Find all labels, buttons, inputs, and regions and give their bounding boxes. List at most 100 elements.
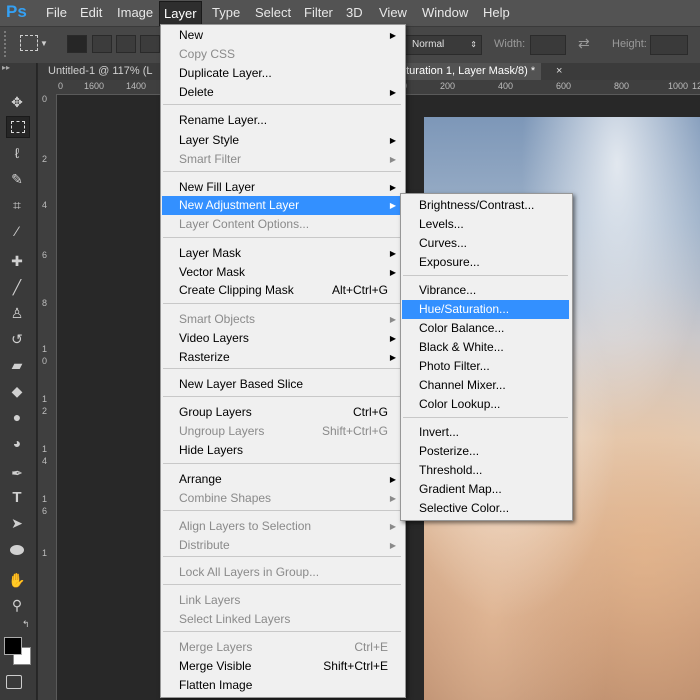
menu-item-group-layers[interactable]: Group Layers Ctrl+G	[162, 403, 402, 422]
pen-icon[interactable]: ✒	[6, 463, 28, 483]
menu-item-label: Duplicate Layer...	[179, 66, 272, 80]
submenu-item-gradient-map[interactable]: Gradient Map...	[402, 480, 569, 499]
submenu-item-posterize[interactable]: Posterize...	[402, 442, 569, 461]
photoshop-logo: Ps	[6, 2, 27, 21]
tab-active-document[interactable]: aturation 1, Layer Mask/8) *	[394, 63, 542, 80]
ruler-label: 0	[42, 94, 48, 104]
submenu-item-black-white[interactable]: Black & White...	[402, 338, 569, 357]
eraser-icon[interactable]: ▰	[6, 355, 28, 375]
menu-separator	[163, 368, 401, 369]
submenu-item-color-lookup[interactable]: Color Lookup...	[402, 395, 569, 414]
menu-item-layer-content-options: Layer Content Options...	[162, 215, 402, 234]
submenu-item-vibrance[interactable]: Vibrance...	[402, 281, 569, 300]
menu-item-hide-layers[interactable]: Hide Layers	[162, 441, 402, 460]
submenu-item-exposure[interactable]: Exposure...	[402, 253, 569, 272]
height-input[interactable]	[650, 35, 688, 55]
collapse-icon[interactable]: ▸▸	[2, 63, 34, 73]
menu-edit[interactable]: Edit	[76, 0, 106, 26]
submenu-arrow-icon: ▶	[389, 315, 396, 324]
menu-item-video-layers[interactable]: Video Layers ▶	[162, 329, 402, 348]
dodge-icon[interactable]: ◕	[6, 433, 28, 453]
lasso-icon[interactable]: ℓ	[6, 143, 28, 163]
chevron-down-icon[interactable]: ▼	[40, 39, 48, 48]
zoom-icon[interactable]: ⚲	[6, 595, 28, 615]
intersect-selection-icon[interactable]	[140, 35, 160, 53]
ellipse-icon[interactable]	[6, 540, 28, 560]
submenu-item-photo-filter[interactable]: Photo Filter...	[402, 357, 569, 376]
ruler-label: 6	[42, 506, 48, 516]
type-icon[interactable]: T	[6, 488, 28, 508]
brush-icon[interactable]: ╱	[6, 277, 28, 297]
submenu-item-hue-saturation[interactable]: Hue/Saturation...	[402, 300, 569, 319]
menu-item-vector-mask[interactable]: Vector Mask ▶	[162, 263, 402, 282]
menu-item-ungroup-layers: Ungroup Layers Shift+Ctrl+G	[162, 422, 402, 441]
menu-type[interactable]: Type	[208, 0, 244, 26]
menu-item-new-adjustment-layer[interactable]: New Adjustment Layer ▶	[162, 196, 402, 215]
menu-help[interactable]: Help	[479, 0, 514, 26]
menu-item-new-layer-based-slice[interactable]: New Layer Based Slice	[162, 375, 402, 394]
marquee-icon[interactable]	[6, 116, 30, 138]
menu-file[interactable]: File	[42, 0, 71, 26]
foreground-color-swatch[interactable]	[4, 637, 22, 655]
menu-separator	[163, 303, 401, 304]
swap-colors-icon[interactable]: ↰	[22, 619, 30, 630]
menu-item-create-clipping-mask[interactable]: Create Clipping Mask Alt+Ctrl+G	[162, 281, 402, 300]
eyedropper-icon[interactable]: ⁄	[6, 221, 28, 241]
path-select-icon[interactable]: ➤	[6, 513, 28, 533]
submenu-item-levels[interactable]: Levels...	[402, 215, 569, 234]
submenu-item-curves[interactable]: Curves...	[402, 234, 569, 253]
move-icon[interactable]: ✥	[6, 92, 28, 112]
bucket-icon[interactable]: ◆	[6, 381, 28, 401]
menu-item-arrange[interactable]: Arrange ▶	[162, 470, 402, 489]
style-select[interactable]: Normal ⇕	[405, 35, 482, 55]
menu-item-layer-mask[interactable]: Layer Mask ▶	[162, 244, 402, 263]
submenu-item-channel-mixer[interactable]: Channel Mixer...	[402, 376, 569, 395]
stamp-icon[interactable]: ♙	[6, 303, 28, 323]
menu-image[interactable]: Image	[113, 0, 157, 26]
menu-item-rename-layer[interactable]: Rename Layer...	[162, 111, 402, 130]
new-selection-icon[interactable]	[67, 35, 87, 53]
menu-item-new[interactable]: New ▶	[162, 26, 402, 45]
ruler-label: 1	[42, 344, 48, 354]
swap-icon[interactable]: ⇄	[578, 35, 590, 52]
submenu-item-label: Curves...	[419, 236, 468, 250]
ruler-label: 600	[556, 81, 572, 91]
submenu-item-selective-color[interactable]: Selective Color...	[402, 499, 569, 518]
hand-icon[interactable]: ✋	[6, 570, 28, 590]
add-selection-icon[interactable]	[92, 35, 112, 53]
tab-untitled-1[interactable]: Untitled-1 @ 117% (L	[48, 63, 153, 80]
menu-item-duplicate-layer[interactable]: Duplicate Layer...	[162, 64, 402, 83]
crop-icon[interactable]: ⌗	[6, 195, 28, 215]
marquee-preset-icon[interactable]	[20, 35, 38, 51]
menu-view[interactable]: View	[375, 0, 411, 26]
submenu-item-label: Gradient Map...	[419, 482, 502, 496]
blur-icon[interactable]: ●	[6, 407, 28, 427]
menu-filter[interactable]: Filter	[300, 0, 337, 26]
menu-item-rasterize[interactable]: Rasterize ▶	[162, 348, 402, 367]
menu-item-merge-visible[interactable]: Merge Visible Shift+Ctrl+E	[162, 657, 402, 676]
menu-3d[interactable]: 3D	[342, 0, 367, 26]
menu-separator	[163, 510, 401, 511]
submenu-item-color-balance[interactable]: Color Balance...	[402, 319, 569, 338]
subtract-selection-icon[interactable]	[116, 35, 136, 53]
menu-item-new-fill-layer[interactable]: New Fill Layer ▶	[162, 178, 402, 197]
healing-icon[interactable]: ✚	[6, 251, 28, 271]
quick-select-icon[interactable]: ✎	[6, 169, 28, 189]
menu-item-delete[interactable]: Delete ▶	[162, 83, 402, 102]
menu-bar: Ps File Edit Image Layer Type Select Fil…	[0, 0, 700, 27]
quick-mask-icon[interactable]	[6, 675, 22, 689]
submenu-item-threshold[interactable]: Threshold...	[402, 461, 569, 480]
grip-handle[interactable]	[4, 31, 12, 57]
menu-item-flatten-image[interactable]: Flatten Image	[162, 676, 402, 695]
submenu-arrow-icon: ▶	[389, 249, 396, 258]
menu-item-layer-style[interactable]: Layer Style ▶	[162, 131, 402, 150]
width-input[interactable]	[530, 35, 566, 55]
menu-select[interactable]: Select	[251, 0, 295, 26]
history-brush-icon[interactable]: ↺	[6, 329, 28, 349]
menu-item-label: Align Layers to Selection	[179, 519, 312, 533]
menu-item-label: Group Layers	[179, 405, 252, 419]
menu-window[interactable]: Window	[418, 0, 472, 26]
submenu-item-invert[interactable]: Invert...	[402, 423, 569, 442]
submenu-item-brightness-contrast[interactable]: Brightness/Contrast...	[402, 196, 569, 215]
close-tab-icon[interactable]: ×	[556, 63, 562, 80]
